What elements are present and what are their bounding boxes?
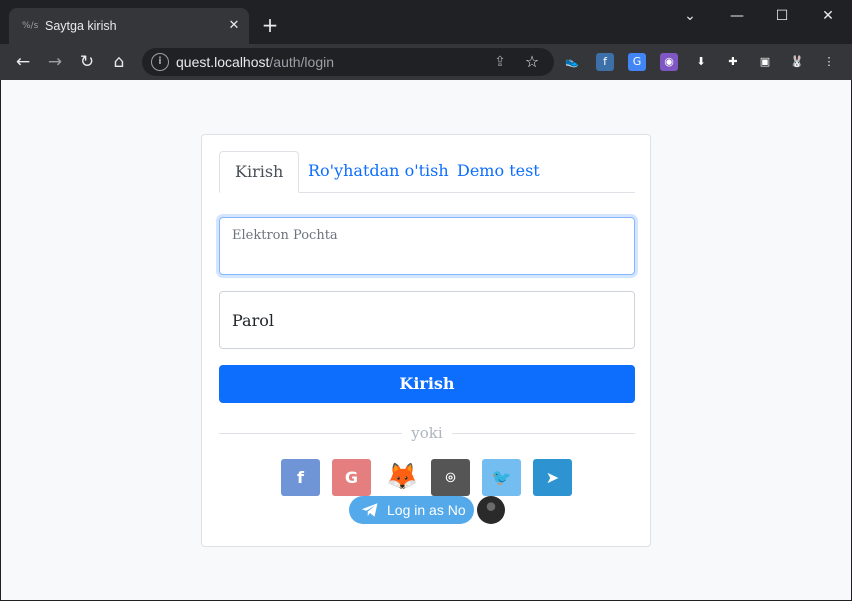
tab-register[interactable]: Ro'yhatdan o'tish — [308, 151, 449, 193]
url-host: quest.localhost — [176, 54, 270, 70]
password-field[interactable]: Parol — [219, 291, 635, 349]
telegram-user-avatar — [477, 496, 505, 524]
reload-button[interactable]: ↻ — [74, 49, 100, 75]
divider-line-left — [219, 433, 402, 434]
auth-tabs: Kirish Ro'yhatdan o'tish Demo test — [219, 151, 635, 193]
github-login-icon[interactable]: ⌾ — [431, 459, 470, 496]
window-close-button[interactable]: ✕ — [816, 4, 840, 28]
new-tab-button[interactable]: + — [258, 13, 282, 37]
bookmark-star-icon[interactable]: ☆ — [522, 52, 542, 72]
site-info-icon[interactable]: i — [151, 53, 169, 71]
tab-close-icon[interactable]: ✕ — [224, 16, 244, 36]
divider-text: yoki — [411, 424, 443, 442]
tab-search-dropdown-icon[interactable]: ⌄ — [678, 4, 702, 28]
telegram-plane-icon — [361, 503, 378, 517]
tab-demo-test[interactable]: Demo test — [457, 151, 540, 193]
address-bar[interactable]: i quest.localhost/auth/login ⇪ ☆ — [142, 48, 554, 76]
ghost-extension-icon[interactable]: ◉ — [660, 53, 678, 71]
tab-favicon-icon: %/s — [22, 21, 39, 31]
login-submit-button[interactable]: Kirish — [219, 365, 635, 403]
share-icon[interactable]: ⇪ — [490, 52, 510, 72]
twitter-login-icon[interactable]: 🐦 — [482, 459, 521, 496]
divider-line-right — [452, 433, 635, 434]
puzzle-extensions-icon[interactable]: ✚ — [724, 53, 742, 71]
tab-login[interactable]: Kirish — [219, 151, 300, 193]
menu-kebab-icon[interactable]: ⋮ — [820, 53, 838, 71]
url-text[interactable]: quest.localhost/auth/login — [176, 53, 334, 71]
google-translate-extension-icon[interactable]: G — [628, 53, 646, 71]
email-field[interactable]: Elektron Pochta — [219, 217, 635, 275]
telegram-login-label: Log in as No — [387, 502, 466, 518]
url-path: /auth/login — [269, 54, 335, 70]
sidepanel-icon[interactable]: ▣ — [756, 53, 774, 71]
google-login-icon[interactable]: G — [332, 459, 371, 496]
page-viewport: Kirish Ro'yhatdan o'tish Demo test Elekt… — [1, 80, 851, 600]
browser-toolbar: ← → ↻ ⌂ i quest.localhost/auth/login ⇪ ☆… — [0, 44, 852, 80]
telegram-login-icon[interactable]: ➤ — [533, 459, 572, 496]
browser-titlebar: %/s Saytga kirish ✕ + ⌄ — ☐ ✕ — [0, 0, 852, 44]
shoe-extension-icon[interactable]: 👟 — [563, 53, 581, 71]
facebook-login-icon[interactable]: f — [281, 459, 320, 496]
login-card: Kirish Ro'yhatdan o'tish Demo test Elekt… — [201, 134, 651, 547]
back-button[interactable]: ← — [10, 49, 36, 75]
f-extension-icon[interactable]: f — [596, 53, 614, 71]
download-extension-icon[interactable]: ⬇ — [692, 53, 710, 71]
password-field-label: Parol — [232, 311, 274, 330]
metamask-login-icon[interactable]: 🦊 — [383, 459, 422, 496]
email-field-label: Elektron Pochta — [232, 228, 338, 243]
browser-tab[interactable]: %/s Saytga kirish ✕ — [9, 8, 249, 44]
telegram-login-button[interactable]: Log in as No — [349, 496, 474, 524]
tab-title: Saytga kirish — [45, 19, 117, 33]
forward-button[interactable]: → — [42, 49, 68, 75]
window-minimize-button[interactable]: — — [725, 4, 749, 28]
home-button[interactable]: ⌂ — [106, 49, 132, 75]
profile-avatar-icon[interactable]: 🐰 — [788, 53, 806, 71]
window-maximize-button[interactable]: ☐ — [770, 4, 794, 28]
